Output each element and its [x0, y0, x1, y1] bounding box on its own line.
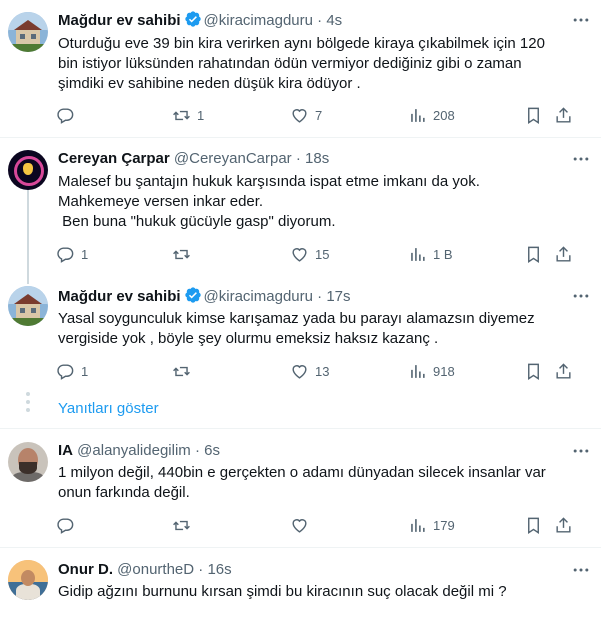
display-name[interactable]: Cereyan Çarpar: [58, 150, 170, 167]
tweet-text: Gidip ağzını burnunu kırsan şimdi bu kir…: [58, 583, 507, 600]
bookmark-icon: [528, 107, 539, 124]
tweet-header: Onur D. @onurtheD · 16s: [58, 561, 232, 578]
timestamp[interactable]: 18s: [305, 150, 329, 167]
avatar[interactable]: [8, 286, 48, 326]
timestamp[interactable]: 16s: [207, 561, 231, 578]
avatar[interactable]: [8, 12, 48, 52]
tweet-text: Oturduğu eve 39 bin kira verirken aynı b…: [58, 35, 545, 92]
retweet-button[interactable]: [172, 360, 197, 382]
views-icon: [411, 518, 425, 532]
views-button[interactable]: 1 B: [408, 243, 453, 265]
thread-dot: [26, 400, 30, 404]
more-icon[interactable]: [571, 441, 591, 461]
tweet-header: Mağdur ev sahibi @kiracimagduru · 4s: [58, 11, 343, 29]
user-handle[interactable]: @alanyalidegilim: [77, 442, 191, 459]
views-button[interactable]: 918: [408, 360, 455, 382]
heart-icon: [292, 247, 307, 262]
thread-dot: [26, 408, 30, 412]
show-replies-link[interactable]: Yanıtları göster: [58, 400, 159, 417]
reply-button[interactable]: [56, 514, 81, 536]
timestamp[interactable]: 6s: [204, 442, 220, 459]
tweet-text: Malesef bu şantajın hukuk karşısında isp…: [58, 173, 480, 230]
tweet-actions: 1 15 1 B: [52, 243, 592, 265]
bookmark-button[interactable]: [524, 514, 543, 536]
retweet-button[interactable]: [172, 243, 197, 265]
user-handle[interactable]: @CereyanCarpar: [174, 150, 292, 167]
like-button[interactable]: 7: [290, 104, 322, 126]
retweet-icon: [173, 249, 190, 259]
display-name[interactable]: Mağdur ev sahibi: [58, 288, 181, 305]
tweet-actions: 1 7 208: [52, 104, 592, 126]
like-button[interactable]: [290, 514, 315, 536]
heart-icon: [292, 364, 307, 379]
heart-icon: [292, 108, 307, 123]
tweet-text: Yasal soygunculuk kimse karışamaz yada b…: [58, 310, 535, 347]
tweet-header: Mağdur ev sahibi @kiracimagduru · 17s: [58, 287, 351, 305]
share-button[interactable]: [554, 104, 573, 126]
user-handle[interactable]: @onurtheD: [117, 561, 194, 578]
reply-icon: [57, 363, 74, 380]
bookmark-button[interactable]: [524, 243, 543, 265]
tweet-header: IA @alanyalidegilim · 6s: [58, 442, 220, 459]
share-icon: [556, 516, 571, 533]
reply-icon: [57, 107, 74, 124]
like-button[interactable]: 15: [290, 243, 329, 265]
share-icon: [556, 362, 571, 379]
divider: [0, 547, 601, 548]
avatar[interactable]: [8, 150, 48, 190]
reply-button[interactable]: 1: [56, 360, 88, 382]
retweet-icon: [173, 110, 190, 120]
verified-badge-icon: [184, 287, 201, 303]
like-button[interactable]: 13: [290, 360, 329, 382]
retweet-button[interactable]: 1: [172, 104, 204, 126]
retweet-icon: [173, 366, 190, 376]
views-button[interactable]: 208: [408, 104, 455, 126]
views-button[interactable]: 179: [408, 514, 455, 536]
views-icon: [411, 108, 425, 122]
share-icon: [556, 106, 571, 123]
share-button[interactable]: [554, 243, 573, 265]
verified-badge-icon: [184, 11, 201, 27]
tweet-header: Cereyan Çarpar @CereyanCarpar · 18s: [58, 150, 330, 167]
tweet-actions: 1 13 918: [52, 360, 592, 382]
avatar[interactable]: [8, 442, 48, 482]
views-icon: [411, 247, 425, 261]
bookmark-button[interactable]: [524, 104, 543, 126]
avatar[interactable]: [8, 560, 48, 600]
more-icon[interactable]: [571, 149, 591, 169]
divider: [0, 428, 601, 429]
reply-icon: [57, 246, 74, 263]
reply-button[interactable]: [56, 104, 81, 126]
retweet-button[interactable]: [172, 514, 197, 536]
user-handle[interactable]: @kiracimagduru: [204, 288, 313, 305]
share-button[interactable]: [554, 360, 573, 382]
bookmark-icon: [528, 517, 539, 534]
views-icon: [411, 364, 425, 378]
display-name[interactable]: Onur D.: [58, 561, 113, 578]
bookmark-button[interactable]: [524, 360, 543, 382]
user-handle[interactable]: @kiracimagduru: [204, 12, 313, 29]
bookmark-icon: [528, 246, 539, 263]
display-name[interactable]: IA: [58, 442, 73, 459]
timestamp[interactable]: 4s: [326, 12, 342, 29]
tweet-text: 1 milyon değil, 440bin e gerçekten o ada…: [58, 464, 546, 501]
tweet-actions: 179: [52, 514, 592, 536]
bookmark-icon: [528, 363, 539, 380]
reply-button[interactable]: 1: [56, 243, 88, 265]
timestamp[interactable]: 17s: [326, 288, 350, 305]
display-name[interactable]: Mağdur ev sahibi: [58, 12, 181, 29]
heart-icon: [292, 518, 307, 533]
retweet-icon: [173, 520, 190, 530]
more-icon[interactable]: [571, 10, 591, 30]
thread-dot: [26, 392, 30, 396]
share-icon: [556, 245, 571, 262]
share-button[interactable]: [554, 514, 573, 536]
reply-icon: [57, 517, 74, 534]
more-icon[interactable]: [571, 286, 591, 306]
more-icon[interactable]: [571, 560, 591, 580]
divider: [0, 137, 601, 138]
